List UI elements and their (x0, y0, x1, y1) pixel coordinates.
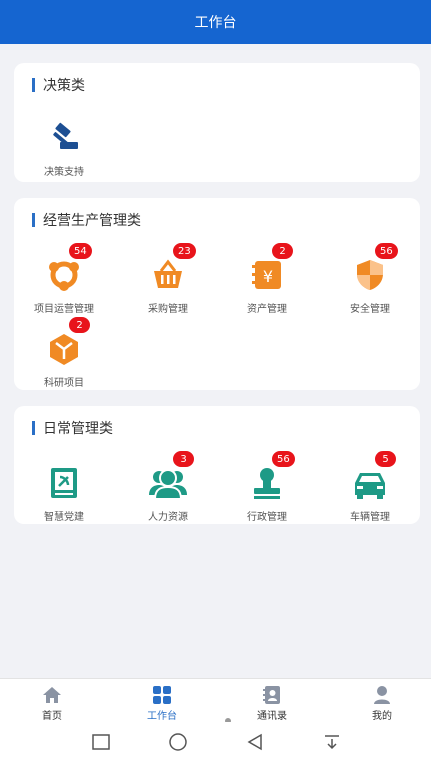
cube-icon (45, 330, 83, 368)
recent-apps-button[interactable] (89, 732, 113, 752)
stamp-icon (248, 464, 286, 502)
section-title-text: 经营生产管理类 (43, 213, 141, 229)
section-title: 日常管理类 (32, 418, 113, 438)
item-vehicle-management[interactable]: 5 车辆管理 (320, 450, 420, 534)
count-badge: 56 (271, 450, 296, 468)
tab-home[interactable]: 首页 (12, 685, 92, 722)
people-icon (149, 464, 187, 502)
notification-shade-button[interactable] (320, 732, 344, 752)
yen-notebook-icon: ¥ (248, 256, 286, 294)
title-accent-bar (32, 78, 35, 92)
item-label: 安全管理 (350, 304, 390, 315)
svg-text:¥: ¥ (263, 267, 273, 286)
item-label: 科研项目 (44, 378, 84, 389)
item-label: 项目运营管理 (34, 304, 94, 315)
daily-card: 日常管理类 智慧党建 3 人力资源 56 行政管理 5 车辆管理 (14, 406, 420, 524)
decision-card: 决策类 决策支持 (14, 63, 420, 182)
title-accent-bar (32, 421, 35, 435)
home-button[interactable] (166, 732, 190, 752)
item-safety-management[interactable]: 56 安全管理 (320, 242, 420, 326)
count-badge: 54 (68, 242, 93, 260)
item-label: 决策支持 (44, 167, 84, 178)
page-title: 工作台 (194, 15, 237, 31)
count-badge: 2 (271, 242, 294, 260)
system-nav-bar (0, 722, 431, 760)
tab-label: 工作台 (147, 711, 177, 722)
item-label: 采购管理 (148, 304, 188, 315)
count-badge: 23 (172, 242, 197, 260)
item-label: 人力资源 (148, 512, 188, 523)
operations-card: 经营生产管理类 54 项目运营管理 23 采购管理 ¥ 2 资产管理 56 安全… (14, 198, 420, 390)
gavel-icon (45, 119, 83, 157)
tab-contacts[interactable]: 通讯录 (232, 685, 312, 722)
contacts-icon (261, 685, 283, 705)
item-label: 资产管理 (247, 304, 287, 315)
home-icon (41, 685, 63, 705)
basket-icon (149, 256, 187, 294)
item-decision-support[interactable]: 决策支持 (14, 119, 114, 189)
item-human-resources[interactable]: 3 人力资源 (118, 450, 218, 534)
bottom-tab-bar: 首页 工作台 通讯录 我的 (0, 678, 431, 722)
shield-icon (351, 256, 389, 294)
count-badge: 2 (68, 316, 91, 334)
car-icon (351, 464, 389, 502)
section-title: 决策类 (32, 75, 85, 95)
tab-label: 我的 (372, 711, 392, 722)
item-smart-party[interactable]: 智慧党建 (14, 464, 114, 534)
party-book-icon (45, 464, 83, 502)
count-badge: 56 (374, 242, 399, 260)
item-procurement[interactable]: 23 采购管理 (118, 242, 218, 326)
section-title: 经营生产管理类 (32, 210, 141, 230)
back-button[interactable] (243, 732, 267, 752)
user-icon (371, 685, 393, 705)
item-research-project[interactable]: 2 科研项目 (14, 316, 114, 400)
item-project-operations[interactable]: 54 项目运营管理 (14, 242, 114, 326)
title-accent-bar (32, 213, 35, 227)
item-administration[interactable]: 56 行政管理 (217, 450, 317, 534)
count-badge: 5 (374, 450, 397, 468)
network-icon (45, 256, 83, 294)
item-asset-management[interactable]: ¥ 2 资产管理 (217, 242, 317, 326)
item-label: 智慧党建 (44, 512, 84, 523)
count-badge: 3 (172, 450, 195, 468)
tab-workbench[interactable]: 工作台 (122, 685, 202, 722)
section-title-text: 决策类 (43, 78, 85, 94)
tab-mine[interactable]: 我的 (342, 685, 422, 722)
tab-label: 通讯录 (257, 711, 287, 722)
grid-icon (151, 685, 173, 705)
item-label: 车辆管理 (350, 512, 390, 523)
tab-label: 首页 (42, 711, 62, 722)
section-title-text: 日常管理类 (43, 421, 113, 437)
item-label: 行政管理 (247, 512, 287, 523)
header-bar: 工作台 (0, 0, 431, 44)
